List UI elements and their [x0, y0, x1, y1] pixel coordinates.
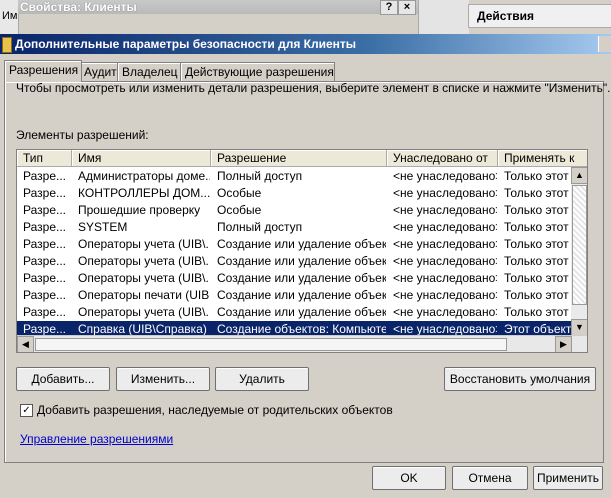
row-type: Разре... — [23, 288, 66, 302]
actions-panel-header: Действия — [468, 4, 611, 28]
row-permission: Создание или удаление объек... — [217, 254, 386, 268]
horizontal-scrollbar[interactable]: ◀ ▶ — [17, 335, 587, 352]
permission-entry-row[interactable]: Разре... Операторы учета (UIB\... Создание… — [17, 270, 587, 287]
background-pane-divider — [418, 0, 469, 34]
vertical-scroll-thumb[interactable] — [572, 185, 587, 305]
row-type: Разре... — [23, 169, 66, 183]
background-close-button[interactable]: × — [398, 0, 416, 15]
row-permission: Особые — [217, 186, 262, 200]
row-name: SYSTEM — [78, 220, 128, 234]
row-type: Разре... — [23, 220, 66, 234]
scroll-left-icon[interactable]: ◀ — [17, 336, 34, 352]
restore-defaults-button[interactable]: Восстановить умолчания — [444, 367, 596, 391]
inherit-permissions-checkbox[interactable]: ✓ — [20, 404, 33, 417]
horizontal-scroll-thumb[interactable] — [35, 338, 507, 351]
row-inherited-from: <не унаследовано> — [393, 186, 497, 200]
actions-title: Действия — [477, 9, 535, 23]
inherit-permissions-label[interactable]: Добавить разрешения, наследуемые от роди… — [37, 403, 393, 417]
permission-entries-label: Элементы разрешений: — [16, 128, 149, 142]
background-window-title: Свойства: Клиенты — [18, 0, 420, 14]
row-name: Администраторы доме... — [78, 169, 210, 183]
manage-permissions-link[interactable]: Управление разрешениями — [20, 432, 173, 446]
permission-entry-row[interactable]: Разре... КОНТРОЛЛЕРЫ ДОМ... Особые <не унас… — [17, 185, 587, 202]
row-inherited-from: <не унаследовано> — [393, 305, 497, 319]
list-rows: Разре... Администраторы доме... Полный дос… — [17, 168, 587, 338]
remove-button[interactable]: Удалить — [215, 367, 309, 391]
row-permission: Создание или удаление объек... — [217, 305, 386, 319]
row-inherited-from: <не унаследовано> — [393, 237, 497, 251]
column-name[interactable]: Имя — [72, 150, 211, 167]
vertical-scrollbar[interactable]: ▲ ▼ — [571, 167, 587, 336]
edit-button[interactable]: Изменить... — [116, 367, 210, 391]
background-left-pane: Им — [0, 0, 19, 34]
row-permission: Создание или удаление объек... — [217, 271, 386, 285]
permission-entry-row[interactable]: Разре... Операторы печати (UIB... Создание… — [17, 287, 587, 304]
row-inherited-from: <не унаследовано> — [393, 288, 497, 302]
permission-entry-row[interactable]: Разре... Прошедшие проверку Особые <не унас… — [17, 202, 587, 219]
instruction-text: Чтобы просмотреть или изменить детали ра… — [16, 81, 611, 95]
scroll-right-icon[interactable]: ▶ — [555, 336, 572, 352]
permission-entry-row[interactable]: Разре... Операторы учета (UIB\... Создание… — [17, 253, 587, 270]
row-name: Операторы учета (UIB\... — [78, 305, 210, 319]
permission-entry-row[interactable]: Разре... SYSTEM Полный доступ <не унаследов… — [17, 219, 587, 236]
background-window: Им Свойства: Клиенты ? × Действия — [0, 0, 611, 34]
permissions-content: Чтобы просмотреть или изменить детали ра… — [4, 34, 611, 498]
row-name: Прошедшие проверку — [78, 203, 201, 217]
column-apply-to[interactable]: Применять к — [498, 150, 587, 167]
row-permission: Создание или удаление объек... — [217, 237, 386, 251]
row-type: Разре... — [23, 254, 66, 268]
row-permission: Особые — [217, 203, 262, 217]
row-permission: Полный доступ — [217, 220, 303, 234]
background-column-label: Им — [2, 10, 18, 22]
row-name: Операторы печати (UIB... — [78, 288, 210, 302]
permission-entry-row[interactable]: Разре... Операторы учета (UIB\... Создание… — [17, 304, 587, 321]
row-type: Разре... — [23, 186, 66, 200]
row-type: Разре... — [23, 305, 66, 319]
row-type: Разре... — [23, 203, 66, 217]
row-inherited-from: <не унаследовано> — [393, 220, 497, 234]
row-inherited-from: <не унаследовано> — [393, 254, 497, 268]
row-type: Разре... — [23, 237, 66, 251]
row-name: Операторы учета (UIB\... — [78, 254, 210, 268]
advanced-security-dialog: Дополнительные параметры безопасности дл… — [0, 34, 611, 498]
permission-entry-row[interactable]: Разре... Администраторы доме... Полный дос… — [17, 168, 587, 185]
permission-entries-list[interactable]: Тип Имя Разрешение Унаследовано от Приме… — [16, 149, 588, 353]
row-name: КОНТРОЛЛЕРЫ ДОМ... — [78, 186, 210, 200]
row-inherited-from: <не унаследовано> — [393, 271, 497, 285]
row-permission: Полный доступ — [217, 169, 303, 183]
row-name: Операторы учета (UIB\... — [78, 271, 210, 285]
scroll-up-icon[interactable]: ▲ — [571, 167, 587, 184]
scroll-down-icon[interactable]: ▼ — [571, 319, 587, 336]
list-header: Тип Имя Разрешение Унаследовано от Приме… — [17, 150, 587, 167]
permission-entry-row[interactable]: Разре... Операторы учета (UIB\... Создание… — [17, 236, 587, 253]
column-type[interactable]: Тип — [17, 150, 72, 167]
row-name: Операторы учета (UIB\... — [78, 237, 210, 251]
row-type: Разре... — [23, 271, 66, 285]
background-help-button[interactable]: ? — [380, 0, 398, 15]
column-permission[interactable]: Разрешение — [211, 150, 387, 167]
add-button[interactable]: Добавить... — [16, 367, 110, 391]
row-inherited-from: <не унаследовано> — [393, 203, 497, 217]
column-inherited-from[interactable]: Унаследовано от — [387, 150, 498, 167]
row-permission: Создание или удаление объек... — [217, 288, 386, 302]
row-inherited-from: <не унаследовано> — [393, 169, 497, 183]
